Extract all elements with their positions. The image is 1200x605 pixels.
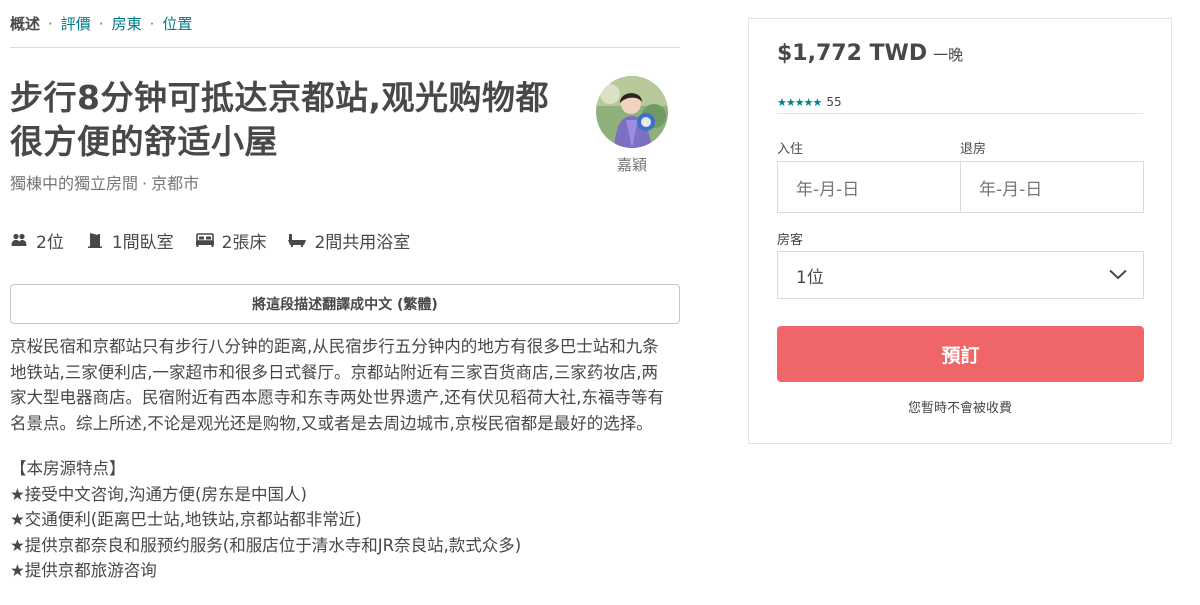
review-count: 55 (826, 95, 842, 109)
guests-icon (10, 231, 28, 249)
beds-count: 2張床 (221, 232, 267, 253)
section-nav: 概述 · 評價 · 房東 · 位置 (10, 0, 680, 48)
subtitle-separator: · (142, 174, 148, 193)
host-name[interactable]: 嘉穎 (594, 154, 670, 175)
nav-overview[interactable]: 概述 (10, 13, 40, 34)
bedrooms-count-group: 1間臥室 (86, 228, 174, 253)
price-row: $1,772 TWD 一晚 (777, 41, 963, 66)
host-avatar[interactable] (596, 76, 668, 148)
checkout-label: 退房 (960, 142, 987, 157)
guests-count: 2位 (36, 232, 64, 253)
guests-label: 房客 (777, 233, 804, 248)
listing-description: 京桜民宿和京都站只有步行八分钟的距离,从民宿步行五分钟内的地方有很多巴士站和九条… (10, 337, 664, 433)
baths-count: 2間共用浴室 (314, 232, 411, 253)
listing-header: 步行8分钟可抵达京都站,观光购物都很方便的舒适小屋 獨棟中的獨立房間·京都市 (10, 76, 680, 226)
bedrooms-count: 1間臥室 (111, 232, 174, 253)
feature-item: ★提供京都奈良和服预约服务(和服店位于清水寺和JR奈良站,款式众多) (10, 535, 522, 555)
nav-host[interactable]: 房東 (112, 13, 142, 34)
booking-card: $1,772 TWD 一晚 ★★★★★ 55 入住 退房 年-月-日 年-月-日… (748, 18, 1172, 444)
listing-main: 概述 · 評價 · 房東 · 位置 步行8分钟可抵达京都站,观光购物都很方便的舒… (10, 0, 680, 584)
nav-separator: · (48, 14, 53, 33)
listing-title: 步行8分钟可抵达京都站,观光购物都很方便的舒适小屋 (10, 78, 549, 161)
rating-summary[interactable]: ★★★★★ 55 (777, 95, 842, 109)
nav-location[interactable]: 位置 (162, 13, 192, 34)
feature-item: ★接受中文咨询,沟通方便(房东是中国人) (10, 484, 307, 504)
host-profile: 嘉穎 (594, 76, 670, 175)
feature-item: ★交通便利(距离巴士站,地铁站,京都站都非常近) (10, 510, 362, 529)
bathtub-icon (288, 231, 307, 249)
no-charge-note: 您暫時不會被收費 (907, 401, 1012, 416)
checkout-date-input[interactable]: 年-月-日 (960, 162, 1143, 212)
star-rating-icon: ★★★★★ (777, 95, 822, 109)
nightly-price: $1,772 TWD (777, 41, 928, 66)
date-range-picker: 年-月-日 年-月-日 (777, 161, 1144, 213)
per-night-label: 一晚 (933, 46, 964, 64)
amenities-summary: 2位 1間臥室 2張床 2間共用浴室 (10, 226, 680, 254)
room-type: 獨棟中的獨立房間 (10, 174, 139, 193)
baths-count-group: 2間共用浴室 (288, 228, 410, 253)
beds-count-group: 2張床 (195, 228, 267, 253)
features-heading: 【本房源特点】 (10, 459, 126, 478)
bed-icon (195, 231, 214, 249)
nav-reviews[interactable]: 評價 (61, 13, 91, 34)
checkin-label: 入住 (777, 142, 804, 157)
listing-subtitle: 獨棟中的獨立房間 · 京都市 (10, 170, 680, 194)
chevron-down-icon (1109, 265, 1127, 285)
guests-select[interactable]: 1位 (777, 251, 1144, 299)
guests-select-value: 1位 (796, 267, 824, 288)
translate-description-button[interactable]: 將這段描述翻譯成中文 (繁體) (10, 284, 680, 324)
book-button[interactable]: 預訂 (777, 326, 1144, 382)
guests-capacity: 2位 (10, 228, 64, 253)
nav-separator: · (149, 14, 155, 33)
nav-separator: · (98, 14, 104, 33)
door-icon (86, 231, 104, 249)
features-list: 【本房源特点】 ★接受中文咨询,沟通方便(房东是中国人) ★交通便利(距离巴士站… (10, 456, 680, 584)
card-divider (777, 113, 1143, 114)
checkin-date-input[interactable]: 年-月-日 (778, 162, 960, 212)
listing-location: 京都市 (151, 174, 200, 193)
feature-item: ★提供京都旅游咨询 (10, 561, 157, 580)
